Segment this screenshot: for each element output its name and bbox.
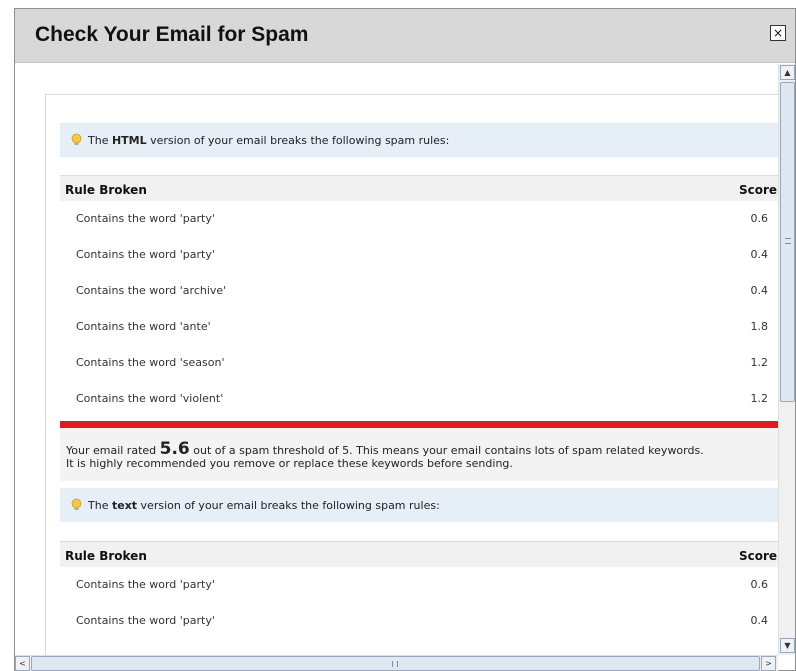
rule-score: 0.4 (750, 614, 769, 627)
horizontal-scroll-thumb[interactable] (31, 656, 760, 671)
rule-score: 1.8 (750, 320, 769, 333)
lightbulb-icon (71, 133, 82, 145)
grip-icon (785, 238, 791, 244)
notice-suffix: version of your email breaks the followi… (146, 134, 450, 147)
scroll-down-icon[interactable]: ▼ (780, 638, 795, 653)
horizontal-scrollbar[interactable]: < > (15, 655, 778, 671)
html-notice-text: The HTML version of your email breaks th… (88, 134, 449, 147)
rating-value: 5.6 (159, 439, 190, 459)
rule-score: 1.2 (750, 356, 769, 369)
table-row: Contains the word 'season' 1.2 (60, 345, 778, 381)
notice-bold: text (111, 499, 138, 512)
rule-score: 0.6 (750, 212, 769, 225)
col-score: Score (738, 549, 777, 563)
col-rule-broken: Rule Broken (65, 549, 147, 563)
scroll-right-icon[interactable]: > (761, 656, 776, 671)
text-notice: The text version of your email breaks th… (60, 488, 778, 522)
vertical-scroll-thumb[interactable] (780, 82, 795, 402)
table-row: Contains the word 'archive' 0.4 (60, 273, 778, 309)
spam-check-dialog: Check Your Email for Spam × The HTML ver… (14, 8, 796, 671)
notice-prefix: The (88, 134, 112, 147)
html-notice: The HTML version of your email breaks th… (60, 123, 778, 157)
rule-text: Contains the word 'party' (76, 578, 215, 591)
text-table-header: Rule Broken Score (60, 541, 778, 567)
grip-icon (392, 661, 398, 667)
scroll-up-icon[interactable]: ▲ (780, 65, 795, 80)
col-score: Score (738, 183, 777, 197)
rating-line-2: It is highly recommended you remove or r… (66, 457, 513, 470)
notice-bold: HTML (111, 134, 147, 147)
rule-text: Contains the word 'party' (76, 248, 215, 261)
dialog-titlebar: Check Your Email for Spam × (15, 9, 795, 63)
table-row: Contains the word 'party' 0.6 (60, 201, 778, 237)
table-row: Contains the word 'party' 0.4 (60, 603, 778, 639)
rule-text: Contains the word 'ante' (76, 320, 211, 333)
rule-score: 0.6 (750, 578, 769, 591)
rating-line-1: Your email rated 5.6 out of a spam thres… (66, 439, 704, 459)
rule-text: Contains the word 'season' (76, 356, 225, 369)
rule-text: Contains the word 'violent' (76, 392, 224, 405)
notice-prefix: The (88, 499, 112, 512)
rule-score: 1.2 (750, 392, 769, 405)
col-rule-broken: Rule Broken (65, 183, 147, 197)
table-row: Contains the word 'party' 0.4 (60, 237, 778, 273)
rule-text: Contains the word 'archive' (76, 284, 227, 297)
rule-text: Contains the word 'party' (76, 614, 215, 627)
scroll-left-icon[interactable]: < (15, 656, 30, 671)
lightbulb-icon (71, 498, 82, 510)
rule-text: Contains the word 'party' (76, 212, 215, 225)
dialog-content: The HTML version of your email breaks th… (15, 64, 778, 655)
table-row: Contains the word 'ante' 1.8 (60, 309, 778, 345)
rating-suffix: out of a spam threshold of 5. This means… (189, 444, 704, 457)
text-notice-text: The text version of your email breaks th… (88, 499, 440, 512)
spam-rating-summary: Your email rated 5.6 out of a spam thres… (60, 429, 778, 481)
dialog-title: Check Your Email for Spam (35, 23, 309, 46)
results-panel: The HTML version of your email breaks th… (45, 94, 778, 655)
rule-score: 0.4 (750, 284, 769, 297)
notice-suffix: version of your email breaks the followi… (137, 499, 440, 512)
vertical-scrollbar[interactable]: ▲ ▼ (778, 64, 795, 655)
html-table-header: Rule Broken Score (60, 175, 778, 201)
table-row: Contains the word 'party' 0.6 (60, 567, 778, 603)
rule-score: 0.4 (750, 248, 769, 261)
rating-prefix: Your email rated (66, 444, 160, 457)
table-row: Contains the word 'violent' 1.2 (60, 381, 778, 417)
close-icon[interactable]: × (770, 25, 786, 41)
spam-score-bar (60, 421, 778, 428)
